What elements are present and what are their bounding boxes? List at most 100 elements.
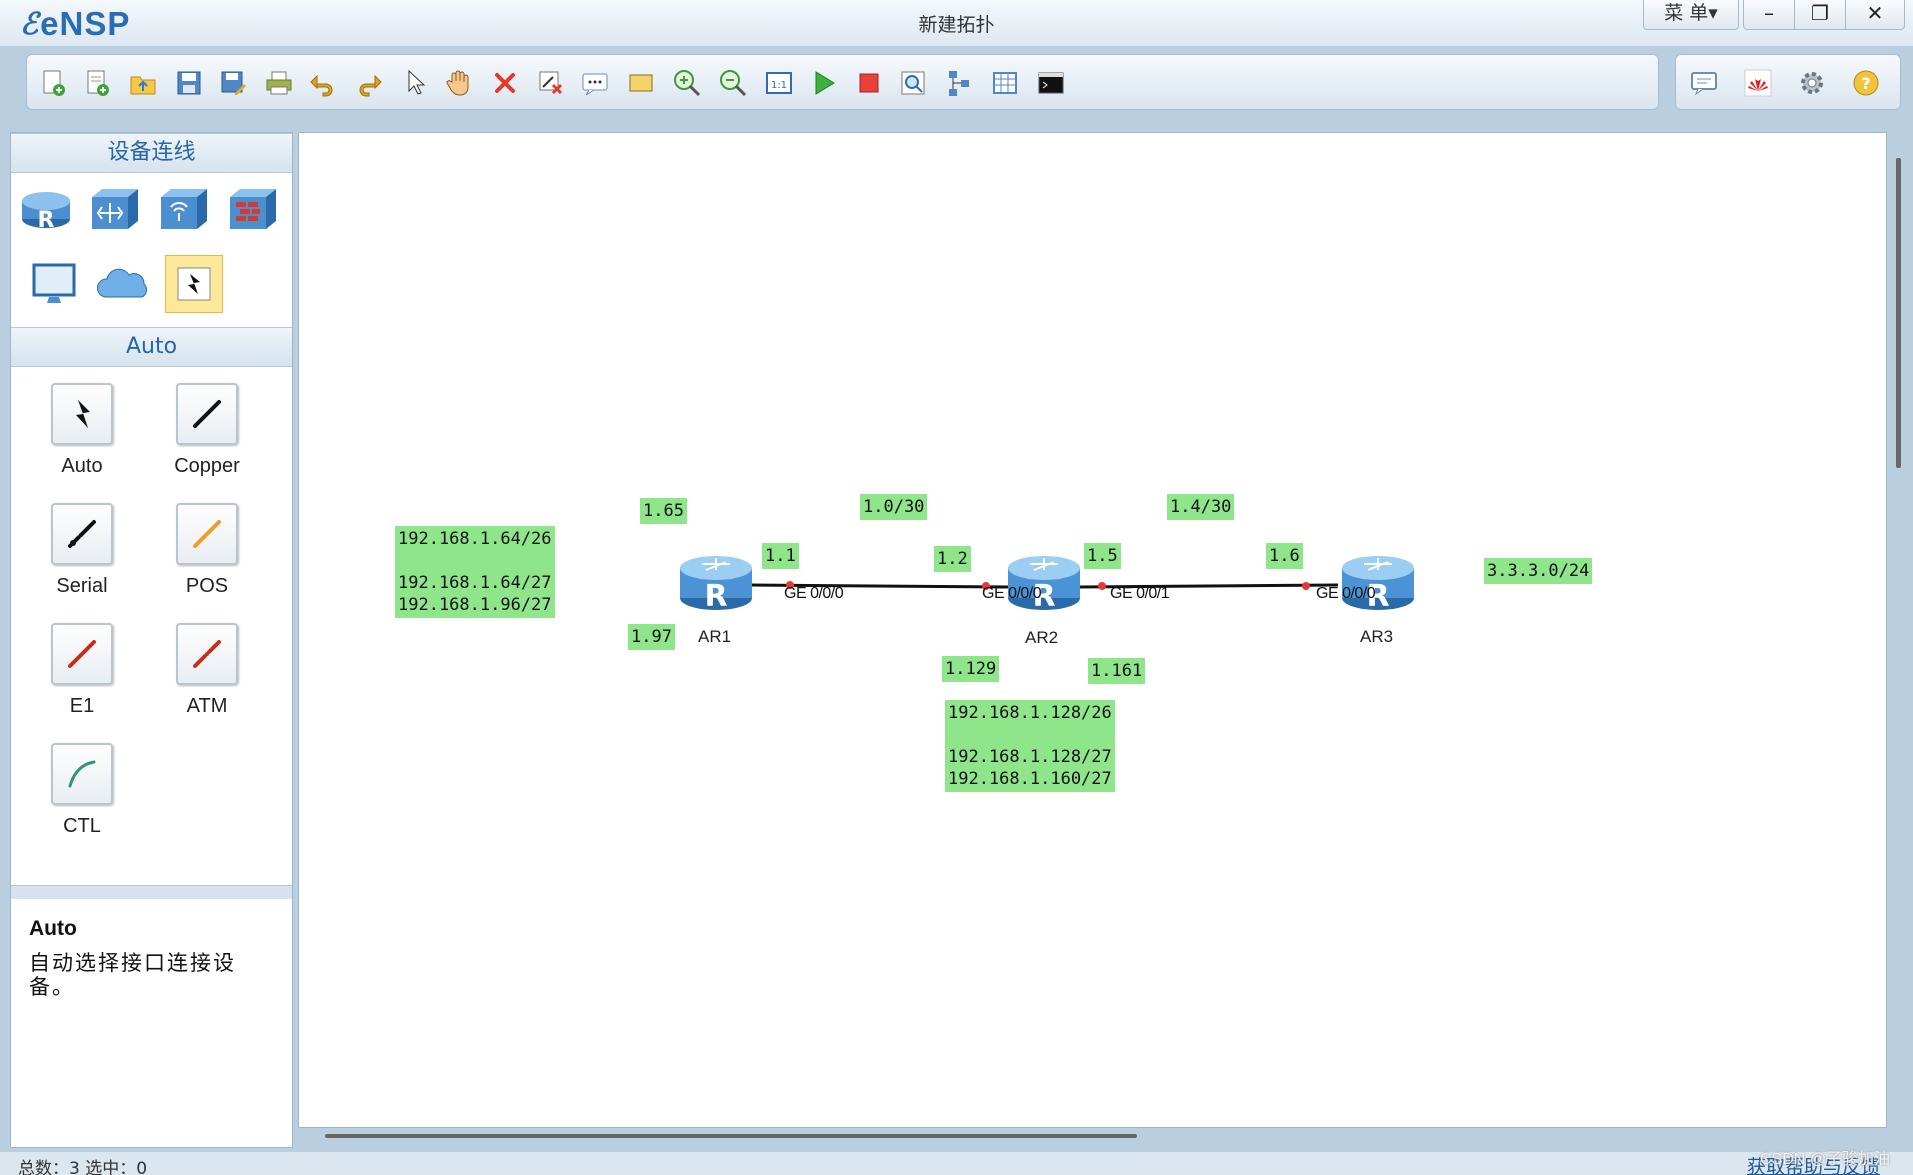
- description-divider: [11, 885, 292, 899]
- ctl-link-icon: [51, 743, 113, 805]
- svg-text:1:1: 1:1: [771, 80, 787, 91]
- topology-canvas[interactable]: [298, 132, 1887, 1128]
- ar3-loopback-label[interactable]: 3.3.3.0/24: [1484, 558, 1593, 584]
- link-type-ctl[interactable]: CTL: [27, 743, 137, 838]
- router-ar3[interactable]: R: [1340, 548, 1416, 614]
- delete-all-links-icon[interactable]: [533, 65, 569, 101]
- status-bar: 总数：3 选中：0: [0, 1152, 1913, 1175]
- router-icon[interactable]: R: [17, 181, 75, 239]
- link-type-serial[interactable]: Serial: [27, 503, 137, 598]
- settings-icon[interactable]: [1794, 65, 1830, 101]
- description-text: 自动选择接口连接设备。: [29, 951, 236, 999]
- zoom-out-icon[interactable]: [715, 65, 751, 101]
- start-device-icon[interactable]: [805, 65, 841, 101]
- link2-network-label[interactable]: 1.4/30: [1167, 494, 1235, 520]
- document-title: 新建拓扑: [918, 14, 995, 36]
- save-as-icon[interactable]: [215, 65, 251, 101]
- ar2-ip-5-label[interactable]: 1.5: [1084, 543, 1121, 569]
- port-label-ar3-ge000: GE 0/0/0: [1316, 585, 1376, 602]
- forum-icon[interactable]: [1686, 65, 1722, 101]
- ar1-ip-65-label[interactable]: 1.65: [640, 498, 687, 524]
- link-type-label: CTL: [63, 815, 101, 837]
- router-icon: R: [1342, 556, 1414, 614]
- router-ar2[interactable]: R: [1006, 548, 1082, 614]
- pos-link-icon: [176, 503, 238, 565]
- firewall-icon[interactable]: [224, 181, 282, 239]
- ar1-subnets-label[interactable]: 192.168.1.64/26 192.168.1.64/27 192.168.…: [395, 526, 555, 618]
- vertical-scrollbar[interactable]: [1896, 158, 1901, 468]
- stop-device-icon[interactable]: [851, 65, 887, 101]
- link-type-atm[interactable]: ATM: [152, 623, 262, 718]
- new-topology-icon[interactable]: [35, 65, 71, 101]
- ar1-ip-1-label[interactable]: 1.1: [762, 543, 799, 569]
- auto-link-icon: [51, 383, 113, 445]
- minimize-button[interactable]: –: [1743, 0, 1795, 30]
- device-name-ar2: AR2: [1025, 628, 1059, 647]
- save-icon[interactable]: [171, 65, 207, 101]
- print-icon[interactable]: [261, 65, 297, 101]
- redo-icon[interactable]: [351, 65, 387, 101]
- svg-text:?: ?: [1861, 74, 1870, 93]
- horizontal-scrollbar[interactable]: [325, 1134, 1137, 1138]
- cloud-icon[interactable]: [94, 255, 152, 313]
- undo-icon[interactable]: [305, 65, 341, 101]
- link-type-e1[interactable]: E1: [27, 623, 137, 718]
- pc-icon[interactable]: [25, 255, 83, 313]
- main-menu-button[interactable]: 菜 单▾: [1643, 0, 1739, 30]
- ar2-ip-161-label[interactable]: 1.161: [1088, 658, 1146, 684]
- router-ar1[interactable]: R: [678, 548, 754, 614]
- capture-icon[interactable]: [895, 65, 931, 101]
- atm-link-icon: [176, 623, 238, 685]
- link-type-label: Serial: [56, 575, 108, 597]
- terminal-icon[interactable]: [1033, 65, 1069, 101]
- port-label-ar1-ge000: GE 0/0/0: [784, 585, 844, 602]
- wlan-icon[interactable]: [155, 181, 213, 239]
- rectangle-shape-icon[interactable]: [623, 65, 659, 101]
- title-bar: ℰ eNSP 新建拓扑 菜 单▾ – ❐ ✕: [0, 0, 1913, 46]
- ar2-ip-129-label[interactable]: 1.129: [942, 656, 1000, 682]
- port-label-ar2-ge000: GE 0/0/0: [982, 585, 1042, 602]
- link-type-label: Copper: [174, 455, 240, 477]
- ar1-ip-97-label[interactable]: 1.97: [628, 624, 675, 650]
- router-icon: R: [680, 556, 752, 614]
- ar2-subnets-label[interactable]: 192.168.1.128/26 192.168.1.128/27 192.16…: [945, 700, 1115, 792]
- link-type-label: Auto: [61, 455, 103, 477]
- select-cursor-icon[interactable]: [397, 65, 433, 101]
- watermark: CSDN @子骏加油: [1760, 1151, 1891, 1168]
- new-example-icon[interactable]: [79, 65, 115, 101]
- delete-icon[interactable]: [487, 65, 523, 101]
- ar3-ip-6-label[interactable]: 1.6: [1266, 543, 1303, 569]
- status-selection-count: 总数：3 选中：0: [18, 1159, 148, 1175]
- link-type-pos[interactable]: POS: [152, 503, 262, 598]
- zoom-in-icon[interactable]: [669, 65, 705, 101]
- port-label-ar2-ge001: GE 0/0/1: [1110, 585, 1170, 602]
- link1-network-label[interactable]: 1.0/30: [860, 494, 928, 520]
- description-title: Auto: [29, 917, 77, 940]
- link-type-label: ATM: [186, 695, 228, 717]
- text-note-icon[interactable]: [577, 65, 613, 101]
- grid-icon[interactable]: [987, 65, 1023, 101]
- close-button[interactable]: ✕: [1845, 0, 1905, 30]
- link-type-label: POS: [185, 575, 229, 597]
- e1-link-icon: [51, 623, 113, 685]
- topology-icon[interactable]: [941, 65, 977, 101]
- maximize-button[interactable]: ❐: [1794, 0, 1846, 30]
- svg-text:R: R: [38, 208, 55, 233]
- router-icon: R: [1008, 556, 1080, 614]
- device-panel-header: 设备连线: [11, 133, 292, 173]
- link-icon[interactable]: [165, 255, 223, 313]
- ar2-ip-2-label[interactable]: 1.2: [934, 546, 971, 572]
- fit-view-icon[interactable]: 1:1: [761, 65, 797, 101]
- device-name-ar3: AR3: [1360, 627, 1394, 646]
- link-type-auto[interactable]: Auto: [27, 383, 137, 478]
- copper-link-icon: [176, 383, 238, 445]
- link-type-copper[interactable]: Copper: [152, 383, 262, 478]
- pan-hand-icon[interactable]: [441, 65, 477, 101]
- device-panel: 设备连线 R Auto Auto Copper Serial POS E1 AT…: [10, 132, 293, 1148]
- open-icon[interactable]: [125, 65, 161, 101]
- huawei-icon[interactable]: [1740, 65, 1776, 101]
- svg-text:R: R: [704, 579, 727, 614]
- switch-icon[interactable]: [86, 181, 144, 239]
- help-icon[interactable]: ?: [1848, 65, 1884, 101]
- link-type-label: E1: [69, 695, 95, 717]
